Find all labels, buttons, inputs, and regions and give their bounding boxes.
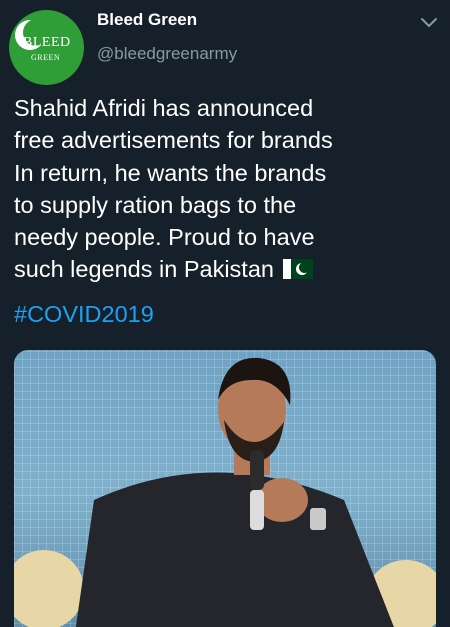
avatar[interactable]: BLEED GREEN: [9, 10, 84, 85]
hashtag-link[interactable]: #COVID2019: [14, 300, 154, 328]
user-handle[interactable]: @bleedgreenarmy: [97, 44, 237, 64]
tweet-card[interactable]: BLEED GREEN Bleed Green @bleedgreenarmy …: [0, 0, 450, 627]
avatar-logo-top: BLEED: [23, 35, 71, 50]
chevron-down-icon[interactable]: [418, 14, 440, 32]
tweet-body: Shahid Afridi has announced free adverti…: [14, 95, 333, 283]
flag-moon-cut: [298, 262, 310, 274]
pakistan-flag-icon: [282, 259, 313, 280]
photo-subject: [14, 357, 436, 627]
tweet-text: Shahid Afridi has announced free adverti…: [14, 92, 444, 286]
tweet-photo[interactable]: [14, 350, 436, 627]
avatar-logo-bottom: GREEN: [31, 53, 61, 62]
display-name[interactable]: Bleed Green: [97, 10, 197, 30]
